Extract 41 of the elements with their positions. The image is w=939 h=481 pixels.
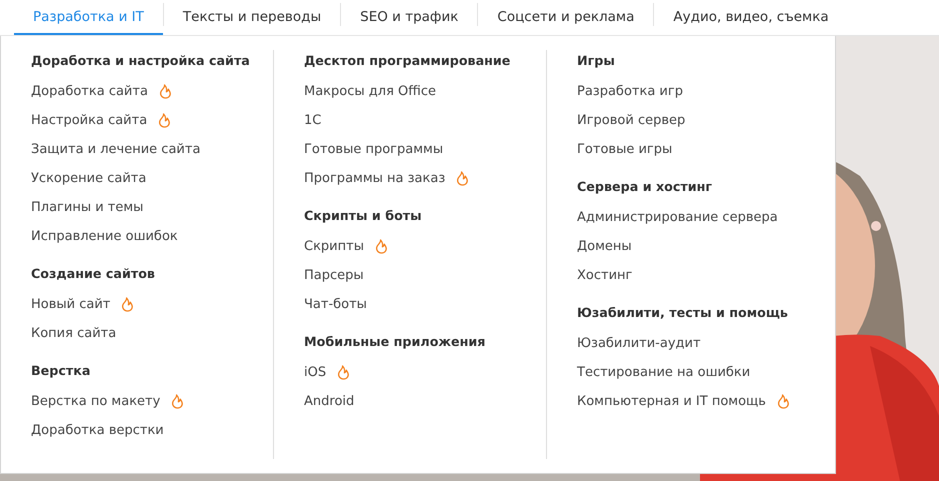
subcategory-link[interactable]: Защита и лечение сайта (31, 142, 200, 157)
category-heading: Скрипты и боты (304, 208, 423, 223)
subcategory-link[interactable]: Разработка игр (577, 84, 683, 99)
subcategory-link[interactable]: Макросы для Office (304, 84, 436, 99)
subcategory-link[interactable]: 1С (304, 113, 322, 128)
subcategory-link[interactable]: Готовые игры (577, 142, 672, 157)
subcategory-link[interactable]: Программы на заказ (304, 171, 446, 186)
subcategory-link[interactable]: Домены (577, 239, 632, 254)
category-heading: Игры (577, 53, 616, 68)
subcategory-link[interactable]: Юзабилити-аудит (577, 336, 701, 351)
subcategory-link[interactable]: Настройка сайта (31, 113, 148, 128)
subcategory-link[interactable]: Игровой сервер (577, 113, 686, 128)
category-heading: Доработка и настройка сайта (31, 53, 251, 68)
subcategory-link[interactable]: Верстка по макету (31, 394, 160, 409)
subcategory-link[interactable]: Новый сайт (31, 297, 110, 312)
category-heading: Сервера и хостинг (577, 179, 714, 194)
category-heading: Юзабилити, тесты и помощь (577, 305, 789, 320)
subcategory-link[interactable]: Компьютерная и IT помощь (577, 394, 766, 409)
subcategory-link[interactable]: Хостинг (577, 268, 632, 283)
category-heading: Создание сайтов (31, 266, 156, 281)
subcategory-link[interactable]: Доработка сайта (31, 84, 148, 99)
category-tab[interactable]: Соцсети и реклама (478, 0, 654, 35)
subcategory-link[interactable]: Скрипты (304, 239, 364, 254)
category-heading: Верстка (31, 363, 92, 378)
subcategory-link[interactable]: Исправление ошибок (31, 229, 178, 244)
subcategory-link[interactable]: Готовые программы (304, 142, 444, 157)
subcategory-link[interactable]: Чат-боты (304, 297, 367, 312)
subcategory-link[interactable]: Тестирование на ошибки (577, 365, 750, 380)
subcategory-link[interactable]: Парсеры (304, 268, 364, 283)
category-tab[interactable]: Аудио, видео, съемка (654, 0, 848, 35)
category-tab[interactable]: SEO и трафик (341, 0, 478, 35)
subcategory-link[interactable]: Android (304, 394, 354, 409)
subcategory-link[interactable]: Администрирование сервера (577, 210, 778, 225)
subcategory-link[interactable]: Доработка верстки (31, 423, 164, 438)
subcategory-link[interactable]: iOS (304, 365, 326, 380)
subcategory-link[interactable]: Копия сайта (31, 326, 116, 341)
subcategory-link[interactable]: Ускорение сайта (31, 171, 146, 186)
category-heading: Мобильные приложения (304, 334, 486, 349)
category-tab[interactable]: Тексты и переводы (164, 0, 340, 35)
subcategory-link[interactable]: Плагины и темы (31, 200, 144, 215)
category-heading: Десктоп программирование (304, 53, 512, 68)
